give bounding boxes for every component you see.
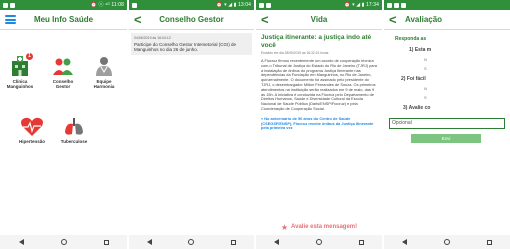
tile-equipe-harmonia[interactable]: Equipe Harmonia [86,55,122,89]
nav-recents-icon[interactable] [103,239,109,245]
group-icon [52,55,74,77]
menu-icon[interactable] [5,15,16,24]
nav-recents-icon[interactable] [230,239,236,245]
message-text: Participe do Conselho Gestor Intersetori… [134,42,237,53]
article: Justiça itinerante: a justiça indo até v… [256,30,382,135]
tile-tuberculose[interactable]: Tuberculose [56,117,92,144]
screen-meu-info-saude: ⏰ ⓢ ⁴ᴳ 11:08 Meu Info Saúde 1 Clínica Ma… [0,0,127,249]
android-nav-bar [0,235,127,249]
question-3: 3) Avalie co [403,105,431,111]
survey-heading: Responda as [395,36,427,42]
question-2-option[interactable]: N [389,86,505,91]
back-arrow-icon[interactable]: < [134,10,146,30]
message-date: 04/06/2019 às 16:04:12 [134,36,171,40]
doctor-icon [93,55,115,77]
article-body: A Fiocruz firmou recentemente um acordo … [261,58,377,111]
related-link[interactable]: » No aniversário de 50 anos do Centro de… [261,116,377,131]
status-icons: ⏰ ⓢ ⁴ᴳ 11:08 [90,2,124,8]
question-1-option[interactable]: N [389,57,505,62]
nav-home-icon[interactable] [315,239,322,245]
app-bar: < Vida [256,10,382,30]
nav-home-icon[interactable] [60,239,67,245]
screen-conselho-gestor: ⏰ ▾ ◢ ▮ 13:04 < Conselho Gestor 04/06/20… [129,0,254,249]
question-1: 1) Esta m [409,47,432,53]
nav-recents-icon[interactable] [358,239,364,245]
question-2: 2) Foi fácil [401,76,426,82]
screen-title: Conselho Gestor [159,15,224,24]
tile-label: Equipe Harmonia [93,79,115,89]
article-title: Justiça itinerante: a justiça indo até v… [261,34,372,49]
question-2-option[interactable]: S [389,95,505,100]
nav-back-icon[interactable] [402,239,408,245]
tile-conselho-gestor[interactable]: Conselho Gestor [45,55,81,89]
star-icon: ★ [280,222,288,232]
lungs-icon [63,117,85,137]
screen-title: Avaliação [405,15,443,24]
tile-label: Clínica Manguinhos [6,79,34,89]
clinic-icon: 1 [9,53,33,77]
nav-recents-icon[interactable] [486,239,492,245]
notification-badge: 1 [26,53,33,60]
back-arrow-icon[interactable]: < [389,10,401,30]
app-bar: < Avaliação [384,10,510,30]
nav-home-icon[interactable] [188,239,195,245]
question-1-option[interactable]: S [389,66,505,71]
status-bar [384,0,510,10]
status-bar: ⏰ ▾ ◢ ▮ 13:04 [129,0,254,10]
app-bar: Meu Info Saúde [0,10,127,30]
nav-back-icon[interactable] [147,239,153,245]
tile-label: Tuberculose [60,139,88,144]
status-bar: ⏰ ▾ ◢ ▮ 17:34 [256,0,382,10]
heart-icon [20,117,44,137]
nav-back-icon[interactable] [274,239,280,245]
back-arrow-icon[interactable]: < [261,10,273,30]
android-nav-bar [129,235,254,249]
tile-label: Hipertensão [18,139,45,144]
app-title: Meu Info Saúde [33,15,94,24]
survey-form: Responda as 1) Esta m N S 2) Foi fácil N… [384,30,510,147]
status-icons: ⏰ ▾ ◢ ▮ 13:04 [216,2,251,8]
tile-label: Conselho Gestor [52,79,74,89]
status-icons: ⏰ ▾ ◢ ▮ 17:34 [344,2,379,8]
app-bar: < Conselho Gestor [129,10,254,30]
tile-clinica-manguinhos[interactable]: 1 Clínica Manguinhos [2,53,38,89]
screen-avaliacao: < Avaliação Responda as 1) Esta m N S 2)… [384,0,510,249]
rate-label: Avalie esta mensagem! [291,224,358,230]
status-bar: ⏰ ⓢ ⁴ᴳ 11:08 [0,0,127,10]
comment-input[interactable] [389,117,505,129]
nav-back-icon[interactable] [18,239,24,245]
screen-vida: ⏰ ▾ ◢ ▮ 17:34 < Vida Justiça itinerante:… [256,0,382,249]
nav-home-icon[interactable] [443,239,450,245]
screen-title: Vida [310,15,328,24]
tile-hipertensao[interactable]: Hipertensão [14,117,50,144]
android-nav-bar [384,235,510,249]
android-nav-bar [256,235,382,249]
message-card[interactable]: 04/06/2019 às 16:04:12 Participe do Cons… [131,33,252,56]
article-date: Enviado em dia 28/05/2019 às 16:32:24 ho… [261,51,329,55]
send-button[interactable]: Envi [411,134,481,143]
rate-message-button[interactable]: ★ Avalie esta mensagem! [256,219,382,235]
